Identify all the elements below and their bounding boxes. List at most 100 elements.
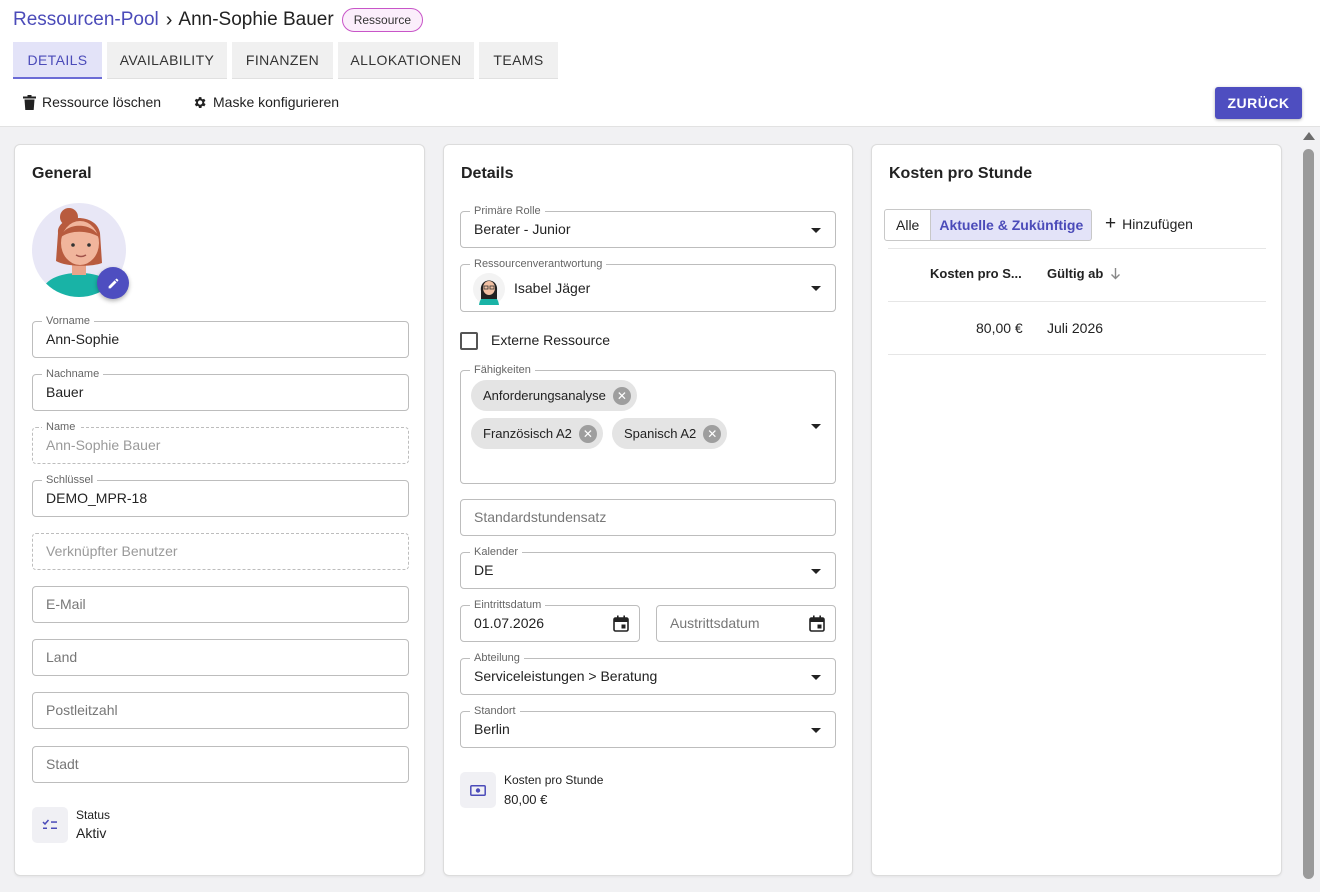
status-icon-box xyxy=(32,807,68,843)
add-cost-button[interactable]: + Hinzufügen xyxy=(1105,213,1193,234)
exit-date-placeholder: Austrittsdatum xyxy=(670,615,760,631)
checklist-icon xyxy=(42,819,57,829)
external-resource-label: Externe Ressource xyxy=(491,332,611,348)
table-divider xyxy=(888,354,1266,355)
standard-rate-field[interactable]: Standardstundensatz xyxy=(460,499,836,536)
department-value: Serviceleistungen > Beratung xyxy=(474,668,658,684)
details-title: Details xyxy=(461,165,514,182)
country-placeholder: Land xyxy=(46,649,78,665)
cost-per-hour-value: 80,00 € xyxy=(504,792,548,807)
sort-down-icon xyxy=(1111,268,1121,280)
status-label: Status xyxy=(76,808,111,822)
calendar-value: DE xyxy=(474,562,494,578)
dropdown-arrow-icon xyxy=(811,228,821,233)
skill-chip-label: Französisch A2 xyxy=(483,426,572,441)
column-header-valid-from-label: Gültig ab xyxy=(1047,266,1104,281)
tab-allokationen[interactable]: ALLOKATIONEN xyxy=(338,42,474,79)
general-card: General Vorname Ann-Sophie Nachname Baue… xyxy=(14,144,425,876)
breadcrumb-separator: › xyxy=(165,9,173,31)
skill-chip-label: Spanisch A2 xyxy=(624,426,697,441)
dropdown-arrow-icon xyxy=(811,728,821,733)
tab-bar: DETAILS AVAILABILITY FINANZEN ALLOKATION… xyxy=(13,42,563,79)
plus-icon: + xyxy=(1105,213,1117,234)
zip-field[interactable]: Postleitzahl xyxy=(32,692,409,729)
cost-cell: 80,00 € xyxy=(976,320,1023,336)
add-cost-label: Hinzufügen xyxy=(1122,216,1193,232)
lastname-field[interactable]: Nachname Bauer xyxy=(32,367,409,411)
email-field[interactable]: E-Mail xyxy=(32,586,409,623)
city-placeholder: Stadt xyxy=(46,756,79,772)
country-field[interactable]: Land xyxy=(32,639,409,676)
skills-label: Fähigkeiten xyxy=(470,363,535,377)
edit-avatar-button[interactable] xyxy=(97,267,129,299)
tab-availability[interactable]: AVAILABILITY xyxy=(107,42,227,79)
department-select[interactable]: Abteilung Serviceleistungen > Beratung xyxy=(460,651,836,695)
costs-card: Kosten pro Stunde Alle Aktuelle & Zukünf… xyxy=(871,144,1282,876)
cost-icon-box xyxy=(460,772,496,808)
page-title: Ann-Sophie Bauer xyxy=(178,9,334,30)
remove-chip-icon[interactable]: ✕ xyxy=(578,424,597,443)
location-select[interactable]: Standort Berlin xyxy=(460,704,836,748)
status-value: Aktiv xyxy=(76,825,107,841)
resource-manager-value: Isabel Jäger xyxy=(514,280,591,296)
linked-user-field[interactable]: Verknüpfter Benutzer xyxy=(32,533,409,570)
skill-chip: Spanisch A2 ✕ xyxy=(612,418,728,449)
entry-date-value: 01.07.2026 xyxy=(474,615,545,631)
key-field[interactable]: Schlüssel DEMO_MPR-18 xyxy=(32,473,409,517)
entry-date-field[interactable]: Eintrittsdatum 01.07.2026 xyxy=(460,598,640,642)
primary-role-value: Berater - Junior xyxy=(474,221,571,237)
header-bar: Ressourcen-Pool › Ann-Sophie Bauer Resso… xyxy=(0,0,1320,127)
remove-chip-icon[interactable]: ✕ xyxy=(703,424,722,443)
filter-all-button[interactable]: Alle xyxy=(884,209,932,241)
cost-per-hour-label: Kosten pro Stunde xyxy=(504,773,604,787)
valid-from-cell: Juli 2026 xyxy=(1047,320,1104,336)
calendar-icon[interactable] xyxy=(613,615,629,632)
back-button[interactable]: ZURÜCK xyxy=(1215,87,1302,119)
cost-filter-toggle: Alle Aktuelle & Zukünftige xyxy=(884,209,1093,241)
lastname-value: Bauer xyxy=(46,384,84,400)
tab-teams[interactable]: TEAMS xyxy=(479,42,558,79)
location-value: Berlin xyxy=(474,721,510,737)
column-header-cost[interactable]: Kosten pro S... xyxy=(930,266,1022,281)
type-badge: Ressource xyxy=(341,8,424,32)
pencil-icon xyxy=(108,278,118,288)
details-card: Details Primäre Rolle Berater - Junior R… xyxy=(443,144,853,876)
linked-user-placeholder: Verknüpfter Benutzer xyxy=(46,543,178,559)
scroll-up-arrow-icon[interactable] xyxy=(1303,132,1315,140)
scrollbar-thumb[interactable] xyxy=(1303,149,1314,879)
name-field: Name Ann-Sophie Bauer xyxy=(32,420,409,464)
general-title: General xyxy=(32,165,92,182)
dropdown-arrow-icon xyxy=(811,286,821,291)
primary-role-select[interactable]: Primäre Rolle Berater - Junior xyxy=(460,204,836,248)
page-scrollbar[interactable] xyxy=(1302,127,1316,892)
dropdown-arrow-icon xyxy=(811,569,821,574)
tab-finanzen[interactable]: FINANZEN xyxy=(232,42,333,79)
filter-current-button[interactable]: Aktuelle & Zukünftige xyxy=(931,209,1093,241)
delete-resource-label: Ressource löschen xyxy=(42,94,162,110)
calendar-icon[interactable] xyxy=(809,615,825,632)
external-resource-checkbox[interactable] xyxy=(460,332,478,350)
calendar-select[interactable]: Kalender DE xyxy=(460,545,836,589)
resource-manager-select[interactable]: Ressourcenverantwortung Isabel Jäger xyxy=(460,257,836,312)
breadcrumb-parent-link[interactable]: Ressourcen-Pool xyxy=(13,9,159,31)
column-header-valid-from[interactable]: Gültig ab xyxy=(1047,266,1121,281)
exit-date-field[interactable]: Austrittsdatum xyxy=(656,605,836,642)
name-value: Ann-Sophie Bauer xyxy=(46,437,161,453)
zip-placeholder: Postleitzahl xyxy=(46,702,118,718)
dropdown-arrow-icon xyxy=(811,675,821,680)
dropdown-arrow-icon xyxy=(811,424,821,429)
configure-mask-button[interactable]: Maske konfigurieren xyxy=(192,94,339,110)
gear-icon xyxy=(194,96,206,108)
firstname-field[interactable]: Vorname Ann-Sophie xyxy=(32,314,409,358)
skills-select[interactable]: Fähigkeiten Anforderungsanalyse ✕ Franzö… xyxy=(460,363,836,484)
table-divider xyxy=(888,248,1266,249)
tab-details[interactable]: DETAILS xyxy=(13,42,102,79)
configure-mask-label: Maske konfigurieren xyxy=(213,94,340,110)
standard-rate-placeholder: Standardstundensatz xyxy=(474,509,607,525)
manager-avatar xyxy=(473,273,505,305)
delete-resource-button[interactable]: Ressource löschen xyxy=(23,94,161,110)
city-field[interactable]: Stadt xyxy=(32,746,409,783)
skill-chip: Französisch A2 ✕ xyxy=(471,418,603,449)
remove-chip-icon[interactable]: ✕ xyxy=(612,386,631,405)
skill-chip-label: Anforderungsanalyse xyxy=(483,388,606,403)
